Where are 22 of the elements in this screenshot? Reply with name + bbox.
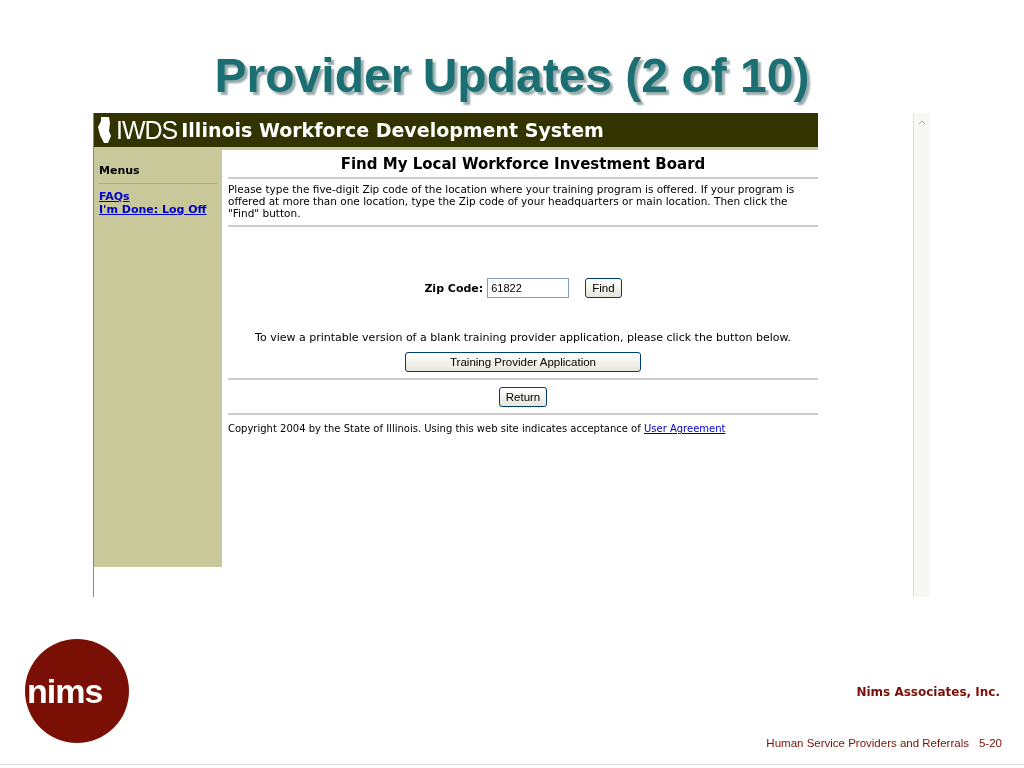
sidebar-heading: Menus	[99, 164, 217, 184]
instructions-text: Please type the five-digit Zip code of the location where your training program is offered. If your program is offered at more than one location, type the Zip code of your headquarters or main location. Then click the "Find" button.	[228, 179, 818, 227]
site-logo: IWDS	[116, 115, 178, 145]
copyright-text: Copyright 2004 by the State of Illinois. Using this web site indicates acceptance of User Agreement	[228, 422, 727, 434]
zip-code-label: Zip Code:	[424, 281, 484, 295]
printable-note: To view a printable version of a blank training provider application, please click the button below.	[254, 331, 792, 344]
page-heading: Find My Local Workforce Investment Board	[228, 150, 818, 179]
footer-caption: Human Service Providers and Referrals	[766, 737, 969, 749]
scrollbar[interactable]	[913, 113, 930, 597]
user-agreement-link[interactable]: User Agreement	[643, 423, 726, 434]
company-name: Nims Associates, Inc.	[856, 685, 1000, 699]
sidebar-link[interactable]: FAQs	[99, 190, 217, 203]
site-title: Illinois Workforce Development System	[181, 119, 604, 141]
slide-title: Provider Updates (2 of 10)	[213, 48, 811, 104]
state-outline-icon	[98, 117, 112, 143]
return-button[interactable]: Return	[498, 387, 548, 407]
page-number: 5-20	[978, 737, 1002, 749]
logo-text: nims	[27, 671, 103, 711]
find-button[interactable]: Find	[585, 278, 622, 298]
application-button[interactable]: Training Provider Application	[405, 352, 641, 372]
sidebar-link[interactable]: I'm Done: Log Off	[99, 203, 217, 216]
zip-code-field[interactable]: 61822	[487, 278, 570, 298]
